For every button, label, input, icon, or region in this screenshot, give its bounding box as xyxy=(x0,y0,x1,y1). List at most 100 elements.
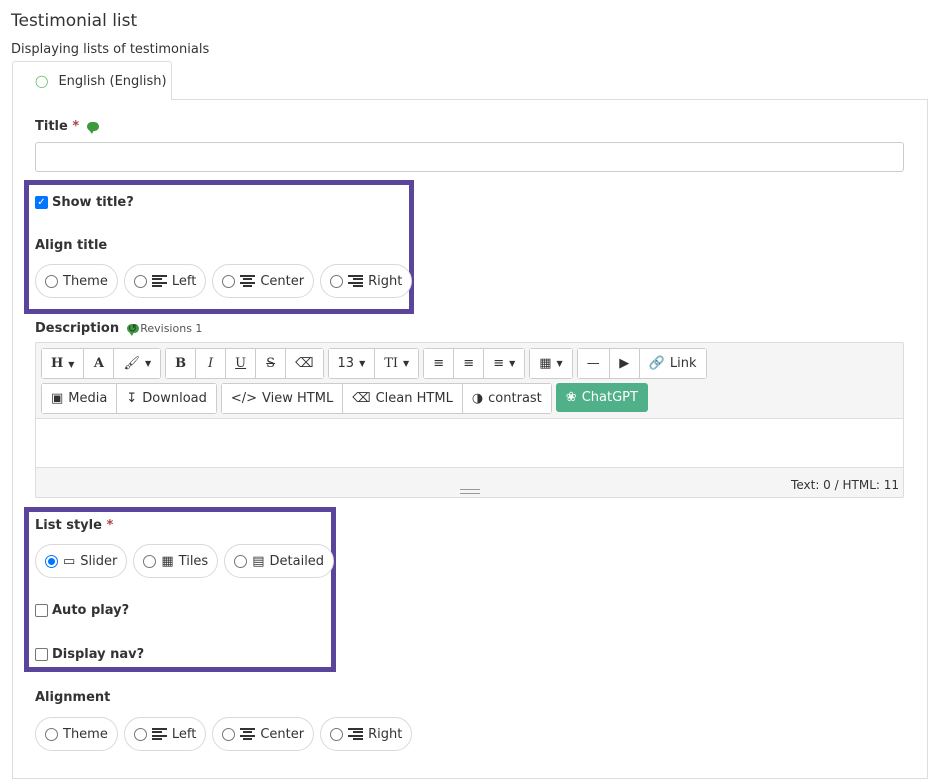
check-icon: ✓ xyxy=(35,196,48,209)
radio-icon xyxy=(45,727,58,741)
heading-button[interactable]: H ▼ xyxy=(42,349,85,378)
align-title-center[interactable]: Center xyxy=(212,264,315,298)
horizontal-rule-button[interactable]: — xyxy=(577,349,610,378)
page-title: Testimonial list xyxy=(11,11,138,31)
align-right-icon xyxy=(348,275,364,287)
slider-icon: ▭ xyxy=(63,553,76,569)
eraser-button[interactable]: ⌫ xyxy=(286,349,323,378)
alignment-left[interactable]: Left xyxy=(123,717,207,751)
list-style-detailed[interactable]: ▤ Detailed xyxy=(224,544,335,578)
tiles-icon: ▦ xyxy=(161,553,174,569)
title-input[interactable] xyxy=(35,142,904,172)
link-button[interactable]: 🔗 Link xyxy=(639,349,706,378)
toolbar-group-insert: — ▶ 🔗 Link xyxy=(576,348,707,379)
eraser-icon: ⌫ xyxy=(295,356,314,371)
tab-label: English (English) xyxy=(58,73,167,89)
brush-icon: 🖌 xyxy=(123,356,140,371)
list-style-tiles[interactable]: ▦ Tiles xyxy=(133,544,219,578)
auto-play-checkbox[interactable]: Auto play? xyxy=(35,603,129,618)
contrast-icon: ◑ xyxy=(471,391,484,406)
toolbar-row-1: H ▼ A 🖌 ▼ B I U S ⌫ 13 ▼ TI ▼ ≡ ≡ ≡ ▼ ▦ ▼ — ▶ … xyxy=(41,348,707,379)
show-title-checkbox[interactable]: ✓ Show title? xyxy=(35,195,134,210)
radio-icon xyxy=(330,727,344,741)
media-button[interactable]: ▣ Media xyxy=(42,384,118,413)
detailed-icon: ▤ xyxy=(252,553,265,569)
align-left-icon xyxy=(151,275,167,287)
youtube-icon: ▶ xyxy=(619,356,630,371)
video-button[interactable]: ▶ xyxy=(609,349,640,378)
align-title-theme[interactable]: Theme xyxy=(35,264,118,298)
chatgpt-button[interactable]: ❀ ChatGPT xyxy=(555,383,648,412)
page-subtitle: Displaying lists of testimonials xyxy=(11,42,210,57)
align-title-label: Align title xyxy=(35,238,108,253)
tab-english[interactable]: ◯ English (English) xyxy=(12,61,172,100)
list-ul-icon: ≡ xyxy=(433,356,445,371)
image-icon: ▣ xyxy=(51,391,64,406)
alignment-label: Alignment xyxy=(35,690,111,705)
comment-icon[interactable] xyxy=(86,122,99,134)
underline-button[interactable]: U xyxy=(226,349,257,378)
alignment-center[interactable]: Center xyxy=(212,717,315,751)
list-style-options: ▭ Slider ▦ Tiles ▤ Detailed xyxy=(35,544,335,578)
checkbox-icon xyxy=(35,604,48,617)
view-html-button[interactable]: </> View HTML xyxy=(221,384,344,413)
font-color-button[interactable]: A xyxy=(84,349,115,378)
table-button[interactable]: ▦ ▼ xyxy=(530,349,572,378)
toolbar-row-2: ▣ Media ↧ Download </> View HTML ⌫ Clean HTM… xyxy=(41,383,648,414)
link-icon: 🔗 xyxy=(648,356,665,371)
align-center-icon xyxy=(240,728,256,740)
toolbar-group-html: </> View HTML ⌫ Clean HTML ◑ contrast xyxy=(220,383,552,414)
list-style-label: List style * xyxy=(35,518,114,533)
download-button[interactable]: ↧ Download xyxy=(117,384,216,413)
display-nav-checkbox[interactable]: Display nav? xyxy=(35,647,144,662)
alignment-right[interactable]: Right xyxy=(320,717,413,751)
align-title-left[interactable]: Left xyxy=(123,264,207,298)
strikethrough-button[interactable]: S xyxy=(256,349,287,378)
code-icon: </> xyxy=(230,391,258,406)
radio-icon xyxy=(133,727,147,741)
align-center-icon xyxy=(240,275,256,287)
download-icon: ↧ xyxy=(126,391,138,406)
font-size-button[interactable]: 13 ▼ xyxy=(328,349,376,378)
list-style-slider[interactable]: ▭ Slider xyxy=(35,544,128,578)
revisions-link[interactable]: ↺ Revisions 1 xyxy=(128,322,202,335)
brush-button[interactable]: 🖌 ▼ xyxy=(114,349,161,378)
ordered-list-button[interactable]: ≡ xyxy=(454,349,485,378)
comment-outline-icon: ◯ xyxy=(35,74,49,88)
alignment-theme[interactable]: Theme xyxy=(35,717,118,751)
clean-html-button[interactable]: ⌫ Clean HTML xyxy=(343,384,463,413)
toolbar-group-size: 13 ▼ TI ▼ xyxy=(327,348,420,379)
align-right-icon xyxy=(348,728,364,740)
contrast-button[interactable]: ◑ contrast xyxy=(462,384,551,413)
bold-button[interactable]: B xyxy=(166,349,197,378)
radio-icon xyxy=(222,274,236,288)
required-mark: * xyxy=(106,518,114,533)
alignment-options: Theme Left Center Right xyxy=(35,717,413,751)
unordered-list-button[interactable]: ≡ xyxy=(424,349,455,378)
rich-text-editor: H ▼ A 🖌 ▼ B I U S ⌫ 13 ▼ TI ▼ ≡ ≡ ≡ ▼ ▦ ▼ — ▶ … xyxy=(35,342,904,498)
radio-icon xyxy=(222,727,236,741)
line-height-button[interactable]: TI ▼ xyxy=(375,349,419,378)
title-label: Title * xyxy=(35,119,99,134)
radio-icon xyxy=(143,554,157,568)
required-mark: * xyxy=(72,119,80,134)
openai-icon: ❀ xyxy=(565,390,577,405)
radio-icon xyxy=(234,554,248,568)
editor-content-area[interactable] xyxy=(36,418,903,468)
list-ol-icon: ≡ xyxy=(463,356,475,371)
toolbar-group-style: H ▼ A 🖌 ▼ xyxy=(41,348,162,379)
toolbar-group-paragraph: ≡ ≡ ≡ ▼ xyxy=(423,348,526,379)
paragraph-align-button[interactable]: ≡ ▼ xyxy=(484,349,525,378)
align-title-right[interactable]: Right xyxy=(320,264,413,298)
toolbar-group-table: ▦ ▼ xyxy=(529,348,573,379)
history-icon: ↺ xyxy=(128,322,138,335)
eraser-icon: ⌫ xyxy=(352,391,371,406)
radio-icon xyxy=(45,274,58,288)
italic-button[interactable]: I xyxy=(196,349,227,378)
align-left-icon: ≡ xyxy=(493,356,505,371)
resize-handle[interactable] xyxy=(460,489,480,494)
checkbox-icon xyxy=(35,648,48,661)
radio-icon xyxy=(45,554,58,568)
radio-icon xyxy=(330,274,344,288)
character-counter: Text: 0 / HTML: 11 xyxy=(791,478,899,492)
